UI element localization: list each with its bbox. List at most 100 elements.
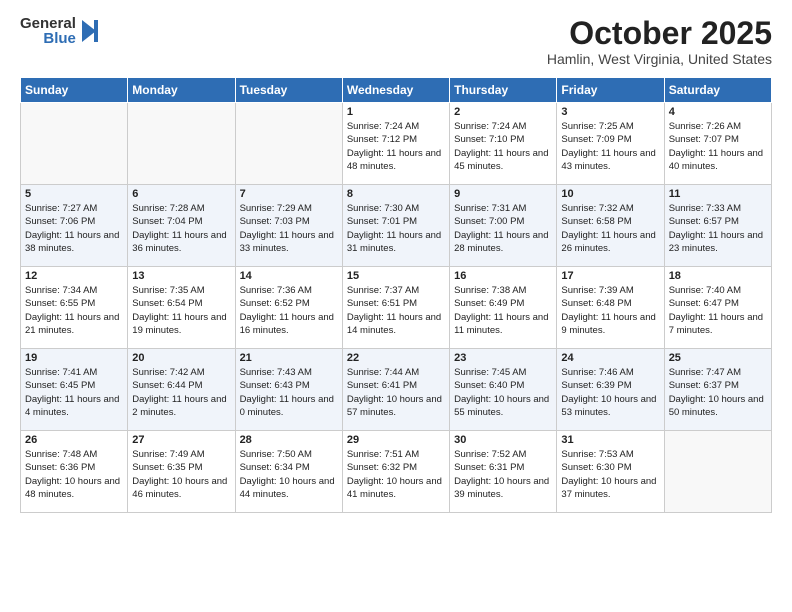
day-number: 8: [347, 188, 445, 200]
daylight-info: Daylight: 10 hours and 48 minutes.: [25, 475, 123, 502]
day-info: Sunrise: 7:45 AMSunset: 6:40 PMDaylight:…: [454, 366, 552, 419]
day-header-wednesday: Wednesday: [342, 78, 449, 103]
day-header-monday: Monday: [128, 78, 235, 103]
daylight-info: Daylight: 11 hours and 11 minutes.: [454, 311, 552, 338]
calendar-cell: 15Sunrise: 7:37 AMSunset: 6:51 PMDayligh…: [342, 267, 449, 349]
calendar-cell: 1Sunrise: 7:24 AMSunset: 7:12 PMDaylight…: [342, 103, 449, 185]
sunrise-info: Sunrise: 7:40 AM: [669, 284, 767, 297]
daylight-info: Daylight: 11 hours and 28 minutes.: [454, 229, 552, 256]
sunset-info: Sunset: 6:32 PM: [347, 461, 445, 474]
sunrise-info: Sunrise: 7:26 AM: [669, 120, 767, 133]
day-info: Sunrise: 7:25 AMSunset: 7:09 PMDaylight:…: [561, 120, 659, 173]
sunrise-info: Sunrise: 7:51 AM: [347, 448, 445, 461]
day-header-thursday: Thursday: [450, 78, 557, 103]
sunrise-info: Sunrise: 7:49 AM: [132, 448, 230, 461]
sunset-info: Sunset: 6:41 PM: [347, 379, 445, 392]
sunrise-info: Sunrise: 7:38 AM: [454, 284, 552, 297]
day-info: Sunrise: 7:31 AMSunset: 7:00 PMDaylight:…: [454, 202, 552, 255]
day-info: Sunrise: 7:26 AMSunset: 7:07 PMDaylight:…: [669, 120, 767, 173]
day-number: 2: [454, 106, 552, 118]
calendar-cell: [664, 431, 771, 513]
daylight-info: Daylight: 10 hours and 44 minutes.: [240, 475, 338, 502]
calendar-cell: 5Sunrise: 7:27 AMSunset: 7:06 PMDaylight…: [21, 185, 128, 267]
day-header-saturday: Saturday: [664, 78, 771, 103]
daylight-info: Daylight: 11 hours and 16 minutes.: [240, 311, 338, 338]
day-number: 31: [561, 434, 659, 446]
day-number: 27: [132, 434, 230, 446]
calendar-table: SundayMondayTuesdayWednesdayThursdayFrid…: [20, 77, 772, 513]
calendar-cell: 2Sunrise: 7:24 AMSunset: 7:10 PMDaylight…: [450, 103, 557, 185]
sunset-info: Sunset: 6:52 PM: [240, 297, 338, 310]
sunrise-info: Sunrise: 7:43 AM: [240, 366, 338, 379]
daylight-info: Daylight: 10 hours and 46 minutes.: [132, 475, 230, 502]
day-number: 21: [240, 352, 338, 364]
sunset-info: Sunset: 7:07 PM: [669, 133, 767, 146]
calendar-cell: 25Sunrise: 7:47 AMSunset: 6:37 PMDayligh…: [664, 349, 771, 431]
day-number: 16: [454, 270, 552, 282]
calendar-cell: [21, 103, 128, 185]
page: General Blue October 2025 Hamlin, West V…: [0, 0, 792, 523]
sunset-info: Sunset: 6:44 PM: [132, 379, 230, 392]
day-info: Sunrise: 7:39 AMSunset: 6:48 PMDaylight:…: [561, 284, 659, 337]
daylight-info: Daylight: 11 hours and 4 minutes.: [25, 393, 123, 420]
sunset-info: Sunset: 6:31 PM: [454, 461, 552, 474]
sunrise-info: Sunrise: 7:47 AM: [669, 366, 767, 379]
daylight-info: Daylight: 11 hours and 33 minutes.: [240, 229, 338, 256]
sunset-info: Sunset: 7:09 PM: [561, 133, 659, 146]
sunrise-info: Sunrise: 7:37 AM: [347, 284, 445, 297]
sunrise-info: Sunrise: 7:29 AM: [240, 202, 338, 215]
day-info: Sunrise: 7:36 AMSunset: 6:52 PMDaylight:…: [240, 284, 338, 337]
day-number: 28: [240, 434, 338, 446]
week-row-5: 26Sunrise: 7:48 AMSunset: 6:36 PMDayligh…: [21, 431, 772, 513]
sunset-info: Sunset: 7:04 PM: [132, 215, 230, 228]
day-number: 24: [561, 352, 659, 364]
calendar-cell: 8 Sunrise: 7:30 AMSunset: 7:01 PMDaylight…: [342, 185, 449, 267]
day-number: 19: [25, 352, 123, 364]
day-number: 3: [561, 106, 659, 118]
day-info: Sunrise: 7:27 AMSunset: 7:06 PMDaylight:…: [25, 202, 123, 255]
sunset-info: Sunset: 6:39 PM: [561, 379, 659, 392]
sunrise-info: Sunrise: 7:41 AM: [25, 366, 123, 379]
sunset-info: Sunset: 6:57 PM: [669, 215, 767, 228]
day-number: 7: [240, 188, 338, 200]
calendar-cell: 4 Sunrise: 7:26 AMSunset: 7:07 PMDaylight…: [664, 103, 771, 185]
day-info: Sunrise: 7:40 AMSunset: 6:47 PMDaylight:…: [669, 284, 767, 337]
day-header-sunday: Sunday: [21, 78, 128, 103]
calendar-cell: 23 Sunrise: 7:45 AMSunset: 6:40 PMDayligh…: [450, 349, 557, 431]
day-info: Sunrise: 7:41 AMSunset: 6:45 PMDaylight:…: [25, 366, 123, 419]
sunrise-info: Sunrise: 7:24 AM: [454, 120, 552, 133]
day-info: Sunrise: 7:28 AMSunset: 7:04 PMDaylight:…: [132, 202, 230, 255]
sunrise-info: Sunrise: 7:35 AM: [132, 284, 230, 297]
day-info: Sunrise: 7:32 AMSunset: 6:58 PMDaylight:…: [561, 202, 659, 255]
sunrise-info: Sunrise: 7:27 AM: [25, 202, 123, 215]
day-info: Sunrise: 7:50 AMSunset: 6:34 PMDaylight:…: [240, 448, 338, 501]
sunrise-info: Sunrise: 7:52 AM: [454, 448, 552, 461]
calendar-cell: 13Sunrise: 7:35 AMSunset: 6:54 PMDayligh…: [128, 267, 235, 349]
daylight-info: Daylight: 11 hours and 21 minutes.: [25, 311, 123, 338]
sunset-info: Sunset: 6:58 PM: [561, 215, 659, 228]
daylight-info: Daylight: 10 hours and 37 minutes.: [561, 475, 659, 502]
day-info: Sunrise: 7:30 AMSunset: 7:01 PMDaylight:…: [347, 202, 445, 255]
sunset-info: Sunset: 6:40 PM: [454, 379, 552, 392]
day-number: 4: [669, 106, 767, 118]
logo-blue-text: Blue: [43, 31, 76, 46]
title-area: October 2025 Hamlin, West Virginia, Unit…: [547, 16, 772, 67]
daylight-info: Daylight: 11 hours and 48 minutes.: [347, 147, 445, 174]
daylight-info: Daylight: 10 hours and 50 minutes.: [669, 393, 767, 420]
day-info: Sunrise: 7:37 AMSunset: 6:51 PMDaylight:…: [347, 284, 445, 337]
sunrise-info: Sunrise: 7:44 AM: [347, 366, 445, 379]
calendar-cell: 22Sunrise: 7:44 AMSunset: 6:41 PMDayligh…: [342, 349, 449, 431]
day-header-tuesday: Tuesday: [235, 78, 342, 103]
sunset-info: Sunset: 7:01 PM: [347, 215, 445, 228]
sunrise-info: Sunrise: 7:24 AM: [347, 120, 445, 133]
day-number: 11: [669, 188, 767, 200]
sunset-info: Sunset: 6:51 PM: [347, 297, 445, 310]
sunrise-info: Sunrise: 7:50 AM: [240, 448, 338, 461]
day-info: Sunrise: 7:33 AMSunset: 6:57 PMDaylight:…: [669, 202, 767, 255]
day-number: 23: [454, 352, 552, 364]
day-number: 17: [561, 270, 659, 282]
calendar-cell: 18Sunrise: 7:40 AMSunset: 6:47 PMDayligh…: [664, 267, 771, 349]
daylight-info: Daylight: 11 hours and 14 minutes.: [347, 311, 445, 338]
sunset-info: Sunset: 6:30 PM: [561, 461, 659, 474]
day-info: Sunrise: 7:43 AMSunset: 6:43 PMDaylight:…: [240, 366, 338, 419]
